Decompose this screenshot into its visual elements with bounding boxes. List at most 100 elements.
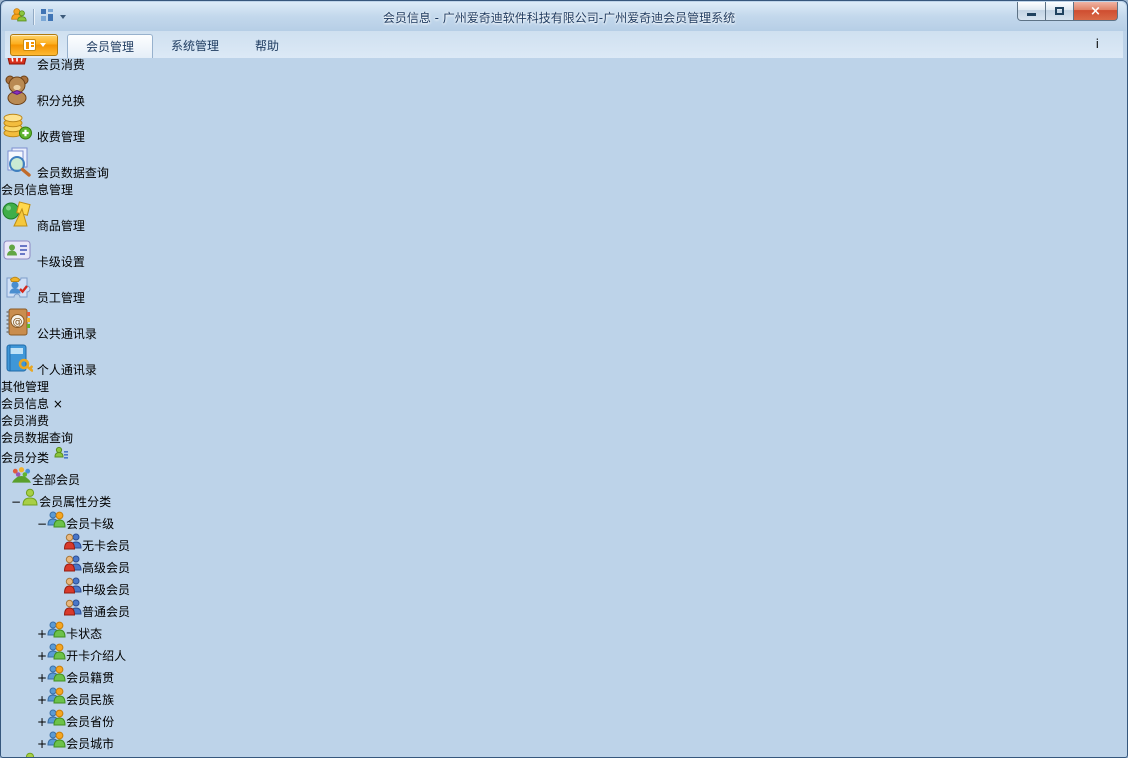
staff-icon [1, 276, 33, 305]
ribbon-tab-member-mgmt[interactable]: 会员管理 [67, 34, 154, 58]
app-icon [10, 7, 27, 26]
tree-item-label[interactable]: 中级会员 [82, 583, 130, 597]
two-members-icon [47, 731, 66, 751]
tree-item-label[interactable]: 普通会员 [82, 605, 130, 619]
document-tab-strip: 会员信息 × 会员消费 会员数据查询 [1, 395, 1127, 446]
person-green-icon [21, 488, 39, 509]
ribbon: 会员信息 会员消费 积分兑换 收费管理 会员数据查询 [1, 1, 1127, 395]
minimize-button[interactable] [1017, 2, 1046, 21]
app-menu-icon [22, 39, 36, 51]
member-pair-icon [63, 577, 82, 597]
doc-tab-member-info[interactable]: 会员信息 × [1, 395, 1127, 412]
app-menu-caret [39, 43, 46, 47]
doc-tab-member-data-query[interactable]: 会员数据查询 [1, 429, 1127, 446]
category-settings-icon[interactable] [53, 446, 69, 465]
ribbon-right-controls: i [1082, 37, 1113, 51]
goods-icon [1, 201, 33, 233]
search-doc-icon [1, 147, 33, 180]
two-members-icon [47, 511, 66, 531]
teddy-icon [1, 75, 33, 108]
tree-item-label[interactable]: 会员属性分类 [39, 495, 111, 509]
ribbon-button-personal-contacts[interactable]: 个人通讯录 [1, 342, 347, 378]
coins-icon [1, 113, 33, 144]
tree-item[interactable]: + 卡状态 [1, 620, 1127, 642]
tree-item-label[interactable]: 会员民族 [66, 693, 114, 707]
ribbon-group-label: 会员信息管理 [1, 183, 74, 197]
tree-item-label[interactable]: 卡状态 [66, 627, 102, 641]
tree-item-label[interactable]: 会员城市 [66, 737, 114, 751]
sidebar-member-categories: 会员分类 全部会员 − 会员属性分类 − 会员卡级 无卡会员 高级会员 中级会员 普通会员 + 卡状… [1, 446, 1127, 757]
tree-item[interactable]: + 会员籍贯 [1, 664, 1127, 686]
app-window: 会员信息 - 广州爱奇迪软件科技有限公司-广州爱奇迪会员管理系统 × 会员管理 … [0, 0, 1128, 758]
tree-item[interactable]: 高级会员 [1, 554, 1127, 576]
ribbon-button-fee-mgmt[interactable]: 收费管理 [1, 109, 347, 145]
tree-item[interactable]: + 会员省份 [1, 708, 1127, 730]
doc-tab-member-consume[interactable]: 会员消费 [1, 412, 1127, 429]
ribbon-tab-help[interactable]: 帮助 [237, 34, 297, 58]
personal-book-icon [1, 344, 34, 377]
ribbon-tab-system-mgmt[interactable]: 系统管理 [153, 34, 237, 58]
tree-item-label[interactable]: 会员籍贯 [66, 671, 114, 685]
ribbon-button-goods-mgmt[interactable]: 商品管理 [1, 198, 347, 234]
sidebar-title: 会员分类 [1, 451, 50, 465]
two-members-icon [47, 709, 66, 729]
ribbon-button-member-data-query[interactable]: 会员数据查询 [1, 145, 347, 181]
qat-dropdown-caret[interactable] [60, 14, 66, 19]
two-members-icon [47, 665, 66, 685]
crowd-icon [11, 467, 32, 487]
basket-icon [1, 41, 33, 72]
ribbon-button-card-level[interactable]: 卡级设置 [1, 234, 347, 270]
ribbon-group-other-mgmt: 商品管理 卡级设置 员工管理 @ 公共通讯录 个人通讯录 其他管理 [1, 198, 347, 395]
tree-item[interactable]: − 会员卡级 [1, 510, 1127, 532]
tree-item-label[interactable]: 全部会员 [32, 473, 80, 487]
tree-item-label[interactable]: 高级会员 [82, 561, 130, 575]
application-menu-button[interactable] [10, 34, 58, 56]
two-members-icon [47, 621, 66, 641]
tree-item[interactable]: − 会员属性分类 [1, 488, 1127, 510]
ribbon-button-staff-mgmt[interactable]: 员工管理 [1, 270, 347, 306]
tree-expander-icon[interactable]: + [37, 627, 47, 641]
category-tree: 全部会员 − 会员属性分类 − 会员卡级 无卡会员 高级会员 中级会员 普通会员 + 卡状态 + 开卡介… [1, 466, 1127, 757]
quick-access-toolbar [10, 7, 66, 26]
tree-item[interactable]: −会员状态分类 [1, 752, 1127, 757]
sidebar-header: 会员分类 [1, 446, 1127, 466]
close-button[interactable]: × [1073, 2, 1118, 21]
tab-close-icon[interactable]: × [53, 397, 63, 411]
ribbon-group-label: 其他管理 [1, 380, 50, 394]
tree-item[interactable]: + 会员城市 [1, 730, 1127, 752]
two-members-icon [47, 687, 66, 707]
tree-expander-icon[interactable]: − [11, 495, 21, 509]
main-area: 会员分类 全部会员 − 会员属性分类 − 会员卡级 无卡会员 高级会员 中级会员 普通会员 + 卡状… [1, 446, 1127, 757]
tree-expander-icon[interactable]: + [37, 671, 47, 685]
member-pair-icon [63, 555, 82, 575]
layout-grid-icon[interactable] [40, 8, 54, 25]
member-pair-icon [63, 599, 82, 619]
address-book-icon: @ [1, 308, 33, 341]
tree-item[interactable]: 普通会员 [1, 598, 1127, 620]
svg-text:@: @ [13, 317, 23, 328]
tree-item-label[interactable]: 会员省份 [66, 715, 114, 729]
tree-expander-icon[interactable]: + [37, 715, 47, 729]
info-icon[interactable]: i [1096, 37, 1099, 51]
two-members-icon [47, 643, 66, 663]
title-bar: 会员信息 - 广州爱奇迪软件科技有限公司-广州爱奇迪会员管理系统 × [2, 2, 1126, 31]
tree-item[interactable]: 中级会员 [1, 576, 1127, 598]
tree-item[interactable]: + 开卡介绍人 [1, 642, 1127, 664]
ribbon-tab-row: 会员管理 系统管理 帮助 i [5, 31, 1123, 58]
ribbon-button-points-exchange[interactable]: 积分兑换 [1, 73, 347, 109]
tree-expander-icon[interactable]: + [37, 649, 47, 663]
ribbon-button-public-contacts[interactable]: @ 公共通讯录 [1, 306, 347, 342]
window-controls: × [1017, 2, 1118, 21]
tree-item-label[interactable]: 开卡介绍人 [66, 649, 126, 663]
tree-item[interactable]: 全部会员 [1, 466, 1127, 488]
tree-expander-icon[interactable]: + [37, 693, 47, 707]
maximize-button[interactable] [1046, 2, 1073, 21]
tree-expander-icon[interactable]: + [37, 737, 47, 751]
tree-item[interactable]: + 会员民族 [1, 686, 1127, 708]
tree-expander-icon[interactable]: − [37, 517, 47, 531]
tree-item-label[interactable]: 无卡会员 [82, 539, 130, 553]
qat-separator [33, 8, 34, 25]
member-pair-icon [63, 533, 82, 553]
tree-item[interactable]: 无卡会员 [1, 532, 1127, 554]
tree-item-label[interactable]: 会员卡级 [66, 517, 114, 531]
